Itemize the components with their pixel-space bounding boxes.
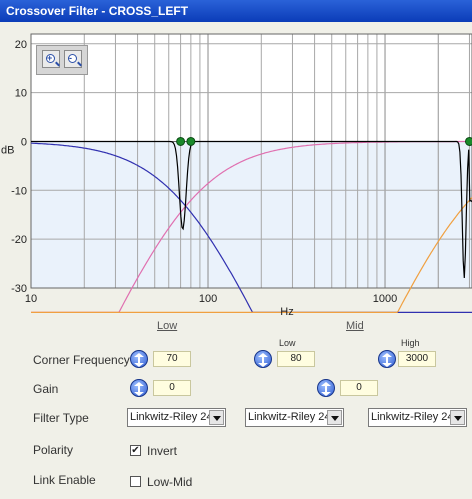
zoom-out-button[interactable]: - <box>64 50 82 68</box>
corner-frequency-3-field[interactable]: 3000 <box>398 351 436 367</box>
filter-type-select-1[interactable]: Linkwitz-Riley 24 <box>127 408 226 427</box>
y-tick-label: -20 <box>11 234 27 246</box>
low-mid-label: Low-Mid <box>147 475 193 489</box>
polarity-label: Polarity <box>33 443 74 457</box>
x-tick-label: 1000 <box>373 293 397 305</box>
low-mid-checkbox[interactable] <box>130 476 141 487</box>
y-axis-unit: dB <box>1 144 14 156</box>
title-bar: Crossover Filter - CROSS_LEFT <box>0 0 472 23</box>
y-tick-label: -10 <box>11 185 27 197</box>
filter-type-select-3[interactable]: Linkwitz-Riley 24 <box>368 408 467 427</box>
crossover-marker <box>176 136 186 146</box>
filter-type-label: Filter Type <box>33 411 89 425</box>
plot-shaded-area <box>31 141 472 288</box>
corner-frequency-1-spinner-icon[interactable] <box>130 350 148 368</box>
filter-type-select-3-value: Linkwitz-Riley 24 <box>371 411 454 423</box>
chevron-down-icon <box>209 410 224 425</box>
band-mid-link[interactable]: Mid <box>346 320 364 332</box>
invert-checkbox[interactable]: ✔ <box>130 445 141 456</box>
gain-2-spinner-icon[interactable] <box>317 379 335 397</box>
x-axis-unit: Hz <box>280 306 293 318</box>
y-tick-label: 10 <box>15 88 27 100</box>
y-tick-label: 0 <box>21 136 27 148</box>
x-tick-label: 100 <box>199 293 217 305</box>
gain-1-field[interactable]: 0 <box>153 380 191 396</box>
zoom-in-button[interactable]: + <box>42 50 60 68</box>
corner-frequency-2-spinner-icon[interactable] <box>254 350 272 368</box>
filter-type-select-2[interactable]: Linkwitz-Riley 24 <box>245 408 344 427</box>
band-low-link[interactable]: Low <box>157 320 177 332</box>
crossover-marker <box>464 136 472 146</box>
gain-label: Gain <box>33 382 59 396</box>
chevron-down-icon <box>327 410 342 425</box>
corner-frequency-label: Corner Frequency <box>33 353 130 367</box>
zoom-toolbar: + - <box>36 45 88 75</box>
filter-type-select-1-value: Linkwitz-Riley 24 <box>130 411 213 423</box>
corner-frequency-low-header: Low <box>279 338 296 348</box>
gain-1-spinner-icon[interactable] <box>130 379 148 397</box>
window-title: Crossover Filter - CROSS_LEFT <box>6 4 189 18</box>
chevron-down-icon <box>450 410 465 425</box>
gain-2-field[interactable]: 0 <box>340 380 378 396</box>
crossover-marker <box>186 136 196 146</box>
link-enable-label: Link Enable <box>33 473 96 487</box>
filter-type-select-2-value: Linkwitz-Riley 24 <box>248 411 331 423</box>
x-tick-label: 10 <box>25 293 37 305</box>
corner-frequency-3-spinner-icon[interactable] <box>378 350 396 368</box>
corner-frequency-1-field[interactable]: 70 <box>153 351 191 367</box>
invert-label: Invert <box>147 444 178 458</box>
corner-frequency-2-field[interactable]: 80 <box>277 351 315 367</box>
y-tick-label: 20 <box>15 39 27 51</box>
corner-frequency-high-header: High <box>401 338 420 348</box>
